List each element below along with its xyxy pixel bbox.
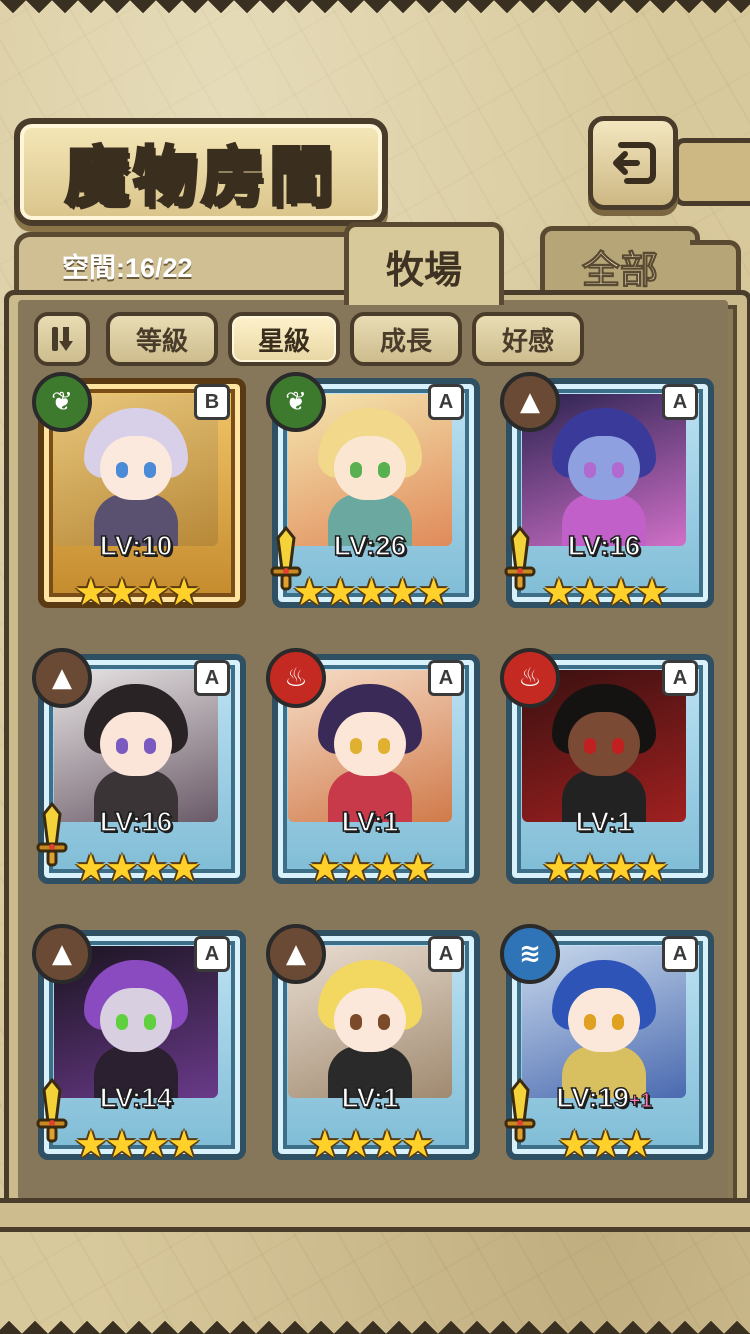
monster-card[interactable]: ♨ A LV:1 ★★★★ — [266, 648, 480, 898]
star-rating: ★★★★★ — [292, 570, 450, 614]
grass-element-icon: ❦ — [32, 372, 92, 432]
level-text: LV:16 — [567, 529, 641, 562]
capacity-text: 空間:16/22 — [62, 253, 193, 283]
star-rating: ★★★★ — [307, 1122, 435, 1166]
rank-badge: A — [194, 936, 230, 972]
earth-element-icon: ▲ — [500, 372, 560, 432]
star-rating: ★★★★ — [73, 570, 201, 614]
monster-card[interactable]: ♨ A LV:1 ★★★★ — [500, 648, 714, 898]
filter-level-button[interactable]: 等級 — [106, 312, 218, 366]
level-text: LV:26 — [333, 529, 407, 562]
earth-element-icon: ▲ — [32, 924, 92, 984]
monster-card[interactable]: ❦ A LV:26 ★★★★★ — [266, 372, 480, 622]
title-plate: 魔物房間 — [14, 118, 388, 226]
level-text: LV:16 — [99, 805, 173, 838]
level-label: LV:16 — [32, 805, 240, 838]
water-element-icon: ≋ — [500, 924, 560, 984]
pause-toggle-icon — [52, 327, 73, 351]
star-rating: ★★★★ — [307, 846, 435, 890]
level-label: LV:26 — [266, 529, 474, 562]
rank-badge: A — [428, 936, 464, 972]
monster-card[interactable]: ▲ A LV:16 ★★★★ — [32, 648, 246, 898]
grass-element-icon: ❦ — [266, 372, 326, 432]
level-label: LV:16 — [500, 529, 708, 562]
back-button[interactable] — [588, 116, 678, 210]
star-rating: ★★★★ — [541, 570, 669, 614]
level-text: LV:1 — [575, 805, 634, 838]
level-label: LV:19+1 — [500, 1081, 708, 1114]
star-rating: ★★★ — [557, 1122, 653, 1166]
bottom-border — [0, 1308, 750, 1334]
rank-badge: A — [194, 660, 230, 696]
back-button-rail — [674, 138, 750, 206]
earth-element-icon: ▲ — [266, 924, 326, 984]
star-rating: ★★★★ — [73, 1122, 201, 1166]
level-label: LV:1 — [500, 805, 708, 838]
rank-badge: A — [662, 384, 698, 420]
monster-card[interactable]: ▲ A LV:14 ★★★★ — [32, 924, 246, 1174]
fire-element-icon: ♨ — [266, 648, 326, 708]
panel-footer-rail — [0, 1198, 750, 1232]
level-text: LV:10 — [99, 529, 173, 562]
filter-affection-button[interactable]: 好感 — [472, 312, 584, 366]
level-text: LV:1 — [341, 1081, 400, 1114]
filter-star-button[interactable]: 星級 — [228, 312, 340, 366]
rank-badge: B — [194, 384, 230, 420]
rank-badge: A — [662, 660, 698, 696]
rank-badge: A — [662, 936, 698, 972]
fire-element-icon: ♨ — [500, 648, 560, 708]
level-label: LV:10 — [32, 529, 240, 562]
monster-card[interactable]: ≋ A LV:19+1 ★★★ — [500, 924, 714, 1174]
level-label: LV:1 — [266, 805, 474, 838]
filter-growth-button[interactable]: 成長 — [350, 312, 462, 366]
level-label: LV:1 — [266, 1081, 474, 1114]
page-title: 魔物房間 — [64, 139, 337, 217]
monster-card[interactable]: ▲ A LV:1 ★★★★ — [266, 924, 480, 1174]
monster-card[interactable]: ▲ A LV:16 ★★★★ — [500, 372, 714, 622]
rank-badge: A — [428, 660, 464, 696]
star-rating: ★★★★ — [541, 846, 669, 890]
level-text: LV:14 — [99, 1081, 173, 1114]
tab-ranch[interactable]: 牧場 — [344, 222, 504, 305]
back-arrow-icon — [613, 142, 656, 184]
level-text: LV:1 — [341, 805, 400, 838]
monster-card[interactable]: ❦ B LV:10 ★★★★ — [32, 372, 246, 622]
level-text: LV:19 — [556, 1081, 630, 1114]
earth-element-icon: ▲ — [32, 648, 92, 708]
sort-order-toggle[interactable] — [34, 312, 90, 366]
top-border — [0, 0, 750, 26]
star-rating: ★★★★ — [73, 846, 201, 890]
level-bonus: +1 — [628, 1090, 652, 1113]
level-label: LV:14 — [32, 1081, 240, 1114]
rank-badge: A — [428, 384, 464, 420]
